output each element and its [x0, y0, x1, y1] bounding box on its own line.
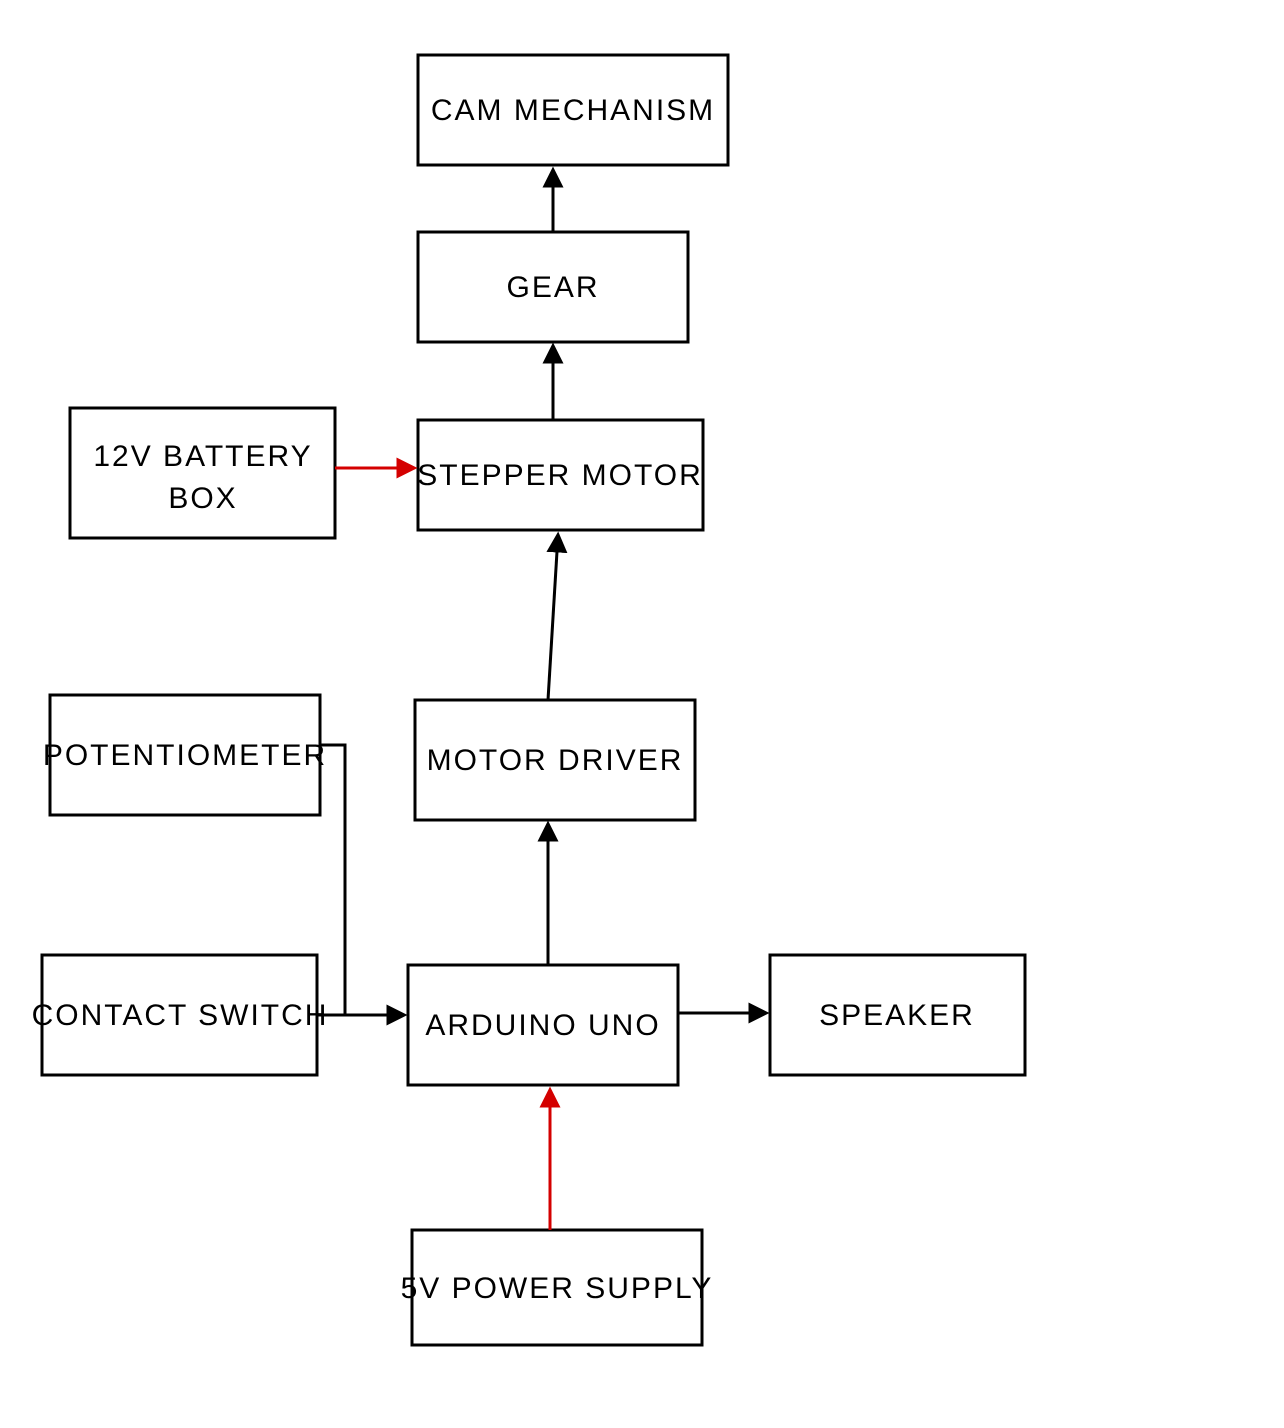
label-battery-line2: BOX: [168, 482, 237, 515]
node-stepper-motor: STEPPER MOTOR: [417, 420, 703, 530]
node-motor-driver: MOTOR DRIVER: [415, 700, 695, 820]
node-battery-box: 12V BATTERY BOX: [70, 408, 335, 538]
edge-potentiometer-to-arduino: [320, 745, 345, 1015]
node-gear: GEAR: [418, 232, 688, 342]
label-gear: GEAR: [506, 271, 599, 304]
label-battery-line1: 12V BATTERY: [93, 440, 312, 473]
node-contact-switch: CONTACT SWITCH: [32, 955, 329, 1075]
label-potentiometer: POTENTIOMETER: [43, 739, 327, 772]
label-contact-switch: CONTACT SWITCH: [32, 999, 329, 1032]
node-potentiometer: POTENTIOMETER: [43, 695, 327, 815]
node-5v-power-supply: 5V POWER SUPPLY: [401, 1230, 714, 1345]
label-speaker: SPEAKER: [819, 999, 975, 1032]
label-arduino-uno: ARDUINO UNO: [425, 1009, 660, 1042]
label-stepper-motor: STEPPER MOTOR: [417, 459, 702, 492]
edge-driver-to-stepper: [548, 535, 558, 700]
node-arduino-uno: ARDUINO UNO: [408, 965, 678, 1085]
label-5v-power-supply: 5V POWER SUPPLY: [401, 1272, 714, 1305]
label-motor-driver: MOTOR DRIVER: [427, 744, 684, 777]
label-cam-mechanism: CAM MECHANISM: [431, 94, 715, 127]
node-speaker: SPEAKER: [770, 955, 1025, 1075]
node-cam-mechanism: CAM MECHANISM: [418, 55, 728, 165]
